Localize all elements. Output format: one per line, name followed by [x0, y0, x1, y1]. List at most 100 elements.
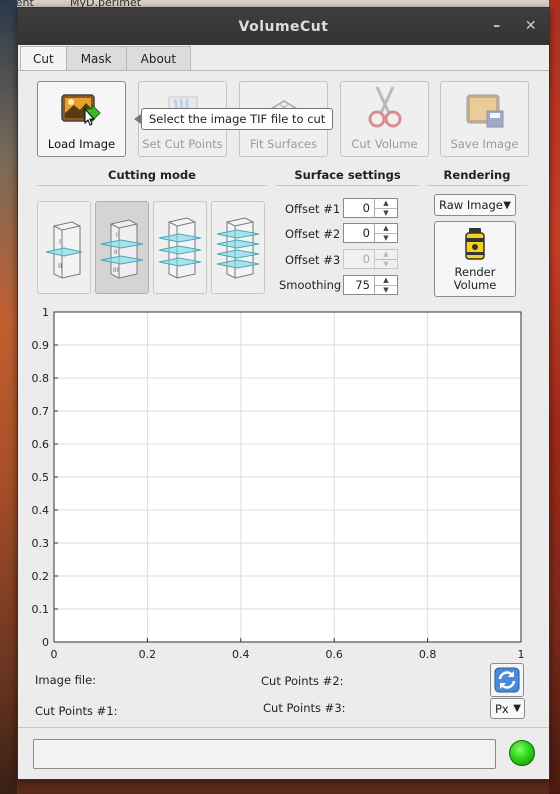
- tab-cut[interactable]: Cut: [20, 46, 67, 71]
- save-image-icon: [463, 91, 507, 131]
- spin-down-icon[interactable]: ▼: [375, 286, 397, 295]
- render-mode-value: Raw Image: [439, 198, 503, 212]
- desktop-wallpaper-left: [0, 0, 17, 794]
- desktop-wallpaper-right: [549, 0, 560, 794]
- cut-points-1-label: Cut Points #1:: [35, 704, 118, 718]
- cube-three-planes-icon: [158, 216, 202, 279]
- render-volume-label-2: Volume: [453, 278, 497, 292]
- x-tick-label: 0.6: [325, 648, 343, 661]
- x-tick-label: 0.8: [419, 648, 437, 661]
- image-file-label: Image file:: [35, 673, 97, 687]
- cube-one-plane-icon: I II: [45, 220, 83, 279]
- spin-up-icon[interactable]: ▲: [375, 276, 397, 286]
- y-tick-label: 1: [42, 306, 49, 319]
- tab-about[interactable]: About: [125, 46, 192, 70]
- render-volume-button[interactable]: Render Volume: [434, 221, 516, 297]
- y-tick-label: 0.1: [32, 603, 50, 616]
- tab-mask[interactable]: Mask: [65, 46, 127, 70]
- image-file-icon: [60, 91, 104, 131]
- surface-settings-title: Surface settings: [294, 168, 401, 182]
- x-tick-label: 0.2: [139, 648, 157, 661]
- cut-volume-button[interactable]: Cut Volume: [340, 81, 429, 157]
- chevron-down-icon: ▼: [503, 199, 511, 211]
- fit-surfaces-label: Fit Surfaces: [250, 137, 317, 151]
- y-tick-label: 0.7: [32, 405, 50, 418]
- load-image-button[interactable]: Load Image: [37, 81, 126, 157]
- y-tick-label: 0.2: [32, 570, 50, 583]
- offset-2-spinner[interactable]: 0 ▲ ▼: [343, 223, 398, 243]
- save-image-button[interactable]: Save Image: [440, 81, 529, 157]
- film-canister-icon: [465, 228, 485, 260]
- cube-four-planes-icon: [216, 216, 260, 279]
- smoothing-spinner[interactable]: 75 ▲ ▼: [343, 275, 398, 295]
- x-tick-label: 1: [518, 648, 525, 661]
- tab-bar: Cut Mask About: [20, 46, 192, 71]
- x-tick-label: 0: [51, 648, 58, 661]
- y-tick-label: 0.6: [32, 438, 50, 451]
- y-tick-label: 0.4: [32, 504, 50, 517]
- minimize-icon[interactable]: –: [488, 17, 506, 35]
- offset-1-label: Offset #1: [285, 202, 341, 216]
- offset-1-spinner[interactable]: 0 ▲ ▼: [343, 198, 398, 218]
- cut-points-3-label: Cut Points #3:: [263, 701, 346, 715]
- smoothing-value[interactable]: 75: [344, 276, 375, 294]
- scissors-icon: [363, 86, 407, 131]
- cut-volume-label: Cut Volume: [351, 137, 418, 151]
- window-title: VolumeCut: [238, 18, 329, 35]
- cube-two-planes-icon: I II III: [100, 218, 144, 279]
- load-image-label: Load Image: [47, 137, 116, 151]
- render-mode-dropdown[interactable]: Raw Image ▼: [434, 194, 516, 216]
- offset-3-label: Offset #3: [285, 253, 341, 267]
- svg-text:II: II: [114, 249, 118, 256]
- spin-up-icon[interactable]: ▲: [375, 199, 397, 209]
- load-image-tooltip: Select the image TIF file to cut: [133, 108, 334, 130]
- svg-text:I: I: [59, 238, 61, 246]
- cut-points-2-label: Cut Points #2:: [261, 674, 344, 688]
- spin-up-icon[interactable]: ▲: [375, 250, 397, 260]
- x-tick-label: 0.4: [232, 648, 250, 661]
- refresh-icon: [494, 667, 520, 693]
- smoothing-label: Smoothing: [279, 278, 342, 292]
- offset-2-label: Offset #2: [285, 227, 341, 241]
- spin-up-icon[interactable]: ▲: [375, 224, 397, 234]
- spin-down-icon[interactable]: ▼: [375, 260, 397, 269]
- cut-mode-two-planes-button[interactable]: I II III: [95, 201, 149, 294]
- plot-axes[interactable]: 0 0.2 0.4 0.6 0.8 1 0 0.1 0.2 0.3 0.4 0.5 0.6 0.7 0.8 0…: [18, 304, 549, 664]
- chevron-down-icon: ▼: [513, 703, 521, 714]
- status-divider: [18, 727, 549, 728]
- cutting-mode-title: Cutting mode: [108, 168, 196, 182]
- title-bar[interactable]: VolumeCut – ✕: [18, 8, 549, 45]
- y-tick-label: 0.9: [32, 339, 50, 352]
- y-tick-label: 0.8: [32, 372, 50, 385]
- offset-3-spinner[interactable]: 0 ▲ ▼: [343, 249, 398, 269]
- offset-3-value[interactable]: 0: [344, 250, 375, 268]
- y-tick-label: 0.3: [32, 537, 50, 550]
- close-icon[interactable]: ✕: [522, 17, 540, 35]
- surface-settings-divider: [276, 185, 419, 186]
- y-tick-label: 0: [42, 636, 49, 649]
- status-text-box: [33, 739, 496, 769]
- unit-value: Px: [495, 701, 509, 716]
- cut-mode-four-planes-button[interactable]: [211, 201, 265, 294]
- cut-mode-three-planes-button[interactable]: [153, 201, 207, 294]
- spin-down-icon[interactable]: ▼: [375, 234, 397, 243]
- tab-divider: [18, 70, 549, 71]
- spin-down-icon[interactable]: ▼: [375, 209, 397, 218]
- svg-text:II: II: [58, 262, 62, 270]
- save-image-label: Save Image: [450, 137, 519, 151]
- svg-text:I: I: [116, 232, 118, 239]
- app-window: VolumeCut – ✕ Cut Mask About Load Image: [17, 7, 550, 780]
- cutting-mode-divider: [37, 185, 267, 186]
- rendering-divider: [427, 185, 527, 186]
- unit-dropdown[interactable]: Px ▼: [490, 698, 525, 719]
- offset-1-value[interactable]: 0: [344, 199, 375, 217]
- rendering-title: Rendering: [443, 168, 511, 182]
- svg-text:III: III: [113, 267, 119, 274]
- desktop-top-strip: iment MyD.perlmet: [0, 0, 560, 9]
- offset-2-value[interactable]: 0: [344, 224, 375, 242]
- cut-mode-one-plane-button[interactable]: I II: [37, 201, 91, 294]
- refresh-button[interactable]: [490, 663, 524, 697]
- set-cut-points-label: Set Cut Points: [142, 137, 223, 151]
- y-tick-label: 0.5: [32, 471, 50, 484]
- status-led-icon: [509, 740, 535, 766]
